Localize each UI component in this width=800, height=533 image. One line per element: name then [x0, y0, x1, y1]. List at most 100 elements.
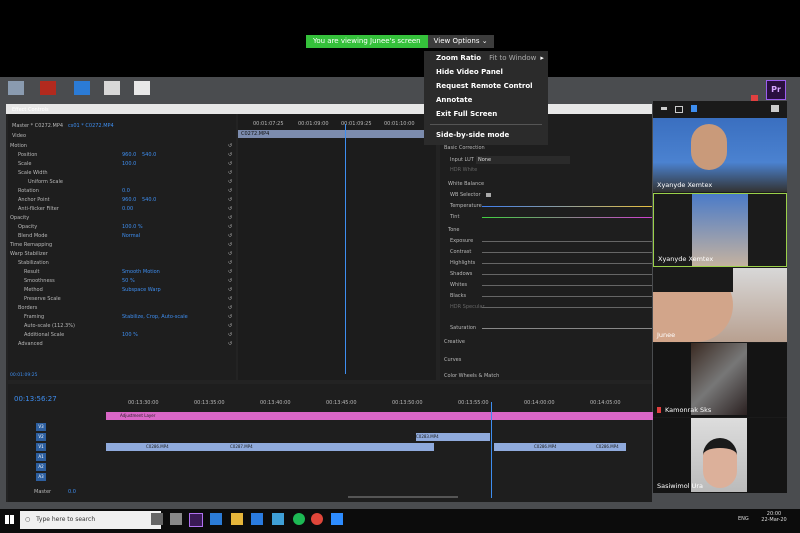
effect-prop-value[interactable]: Subspace Warp: [122, 286, 161, 294]
file-explorer-icon[interactable]: [231, 513, 243, 525]
clip-bar[interactable]: C0272.MP4: [238, 130, 439, 138]
effect-prop-row[interactable]: Opacity: [18, 223, 37, 231]
store-icon[interactable]: [251, 513, 263, 525]
curves-section[interactable]: Curves: [444, 356, 461, 364]
participant-tile[interactable]: Sasiwimol Ura: [653, 418, 787, 493]
effect-prop-row[interactable]: Advanced: [18, 340, 43, 348]
menu-request-remote-control[interactable]: Request Remote Control: [424, 79, 548, 93]
menu-zoom-ratio[interactable]: Zoom Ratio Fit to Window ▸: [424, 51, 548, 65]
track-header[interactable]: V1: [36, 443, 46, 451]
effect-prop-value2[interactable]: 540.0: [142, 196, 156, 204]
effect-prop-value[interactable]: Stabilize, Crop, Auto-scale: [122, 313, 188, 321]
v1-clip[interactable]: C0286.MP4: [106, 443, 190, 451]
track-header[interactable]: A1: [36, 453, 46, 461]
tone-slider[interactable]: [482, 263, 652, 264]
effect-prop-row[interactable]: Motion: [10, 142, 27, 150]
eyedropper-icon[interactable]: [486, 193, 491, 197]
effect-prop-value[interactable]: 960.0: [122, 151, 136, 159]
reset-icon[interactable]: ↺: [228, 178, 232, 186]
effect-prop-value[interactable]: 100 %: [122, 331, 138, 339]
reset-icon[interactable]: ↺: [228, 340, 232, 348]
effect-prop-value[interactable]: 0.0: [122, 187, 130, 195]
reset-icon[interactable]: ↺: [228, 160, 232, 168]
spotify-icon[interactable]: [293, 513, 305, 525]
color-wheels-section[interactable]: Color Wheels & Match: [444, 372, 499, 380]
effect-prop-value[interactable]: Smooth Motion: [122, 268, 160, 276]
track-header[interactable]: V2: [36, 433, 46, 441]
reset-icon[interactable]: ↺: [228, 268, 232, 276]
reset-icon[interactable]: ↺: [228, 241, 232, 249]
effect-prop-row[interactable]: Scale Width: [18, 169, 48, 177]
effect-prop-row[interactable]: Anti-flicker Filter: [18, 205, 59, 213]
effect-prop-row[interactable]: Uniform Scale: [28, 178, 63, 186]
menu-exit-full-screen[interactable]: Exit Full Screen: [424, 107, 548, 121]
effect-prop-row[interactable]: Opacity: [10, 214, 29, 222]
file-icon[interactable]: [134, 81, 150, 95]
windows-start-icon[interactable]: [5, 515, 14, 524]
zoom-icon[interactable]: [331, 513, 343, 525]
effect-prop-row[interactable]: Additional Scale: [24, 331, 64, 339]
reset-icon[interactable]: ↺: [228, 250, 232, 258]
taskbar-search[interactable]: ○ Type here to search: [20, 511, 161, 529]
v1-clip[interactable]: C0286.MP4: [556, 443, 626, 451]
track-header[interactable]: V3: [36, 423, 46, 431]
reset-icon[interactable]: ↺: [228, 205, 232, 213]
microphone-icon[interactable]: [151, 513, 163, 525]
track-header[interactable]: A2: [36, 463, 46, 471]
participant-tile[interactable]: Xyanyde Xemtex: [653, 118, 787, 192]
active-clip-tab[interactable]: cs01 * C0272.MP4: [68, 122, 114, 130]
track-header[interactable]: A3: [36, 473, 46, 481]
tone-slider[interactable]: [482, 296, 652, 297]
adjustment-layer-clip[interactable]: Adjustment Layer: [106, 412, 666, 420]
effect-prop-value[interactable]: 100.0 %: [122, 223, 143, 231]
effect-prop-row[interactable]: Anchor Point: [18, 196, 50, 204]
v1-clip[interactable]: C0287.MP4: [190, 443, 394, 451]
participant-tile-active[interactable]: Xyanyde Xemtex: [653, 193, 787, 267]
reset-icon[interactable]: ↺: [228, 232, 232, 240]
language-indicator[interactable]: ENG: [738, 516, 749, 522]
reset-icon[interactable]: ↺: [228, 322, 232, 330]
effect-prop-row[interactable]: Framing: [24, 313, 44, 321]
effect-prop-value[interactable]: 960.0: [122, 196, 136, 204]
reset-icon[interactable]: ↺: [228, 142, 232, 150]
menu-side-by-side[interactable]: Side-by-side mode: [424, 128, 548, 142]
input-lut-dropdown[interactable]: None: [476, 156, 570, 164]
effect-prop-row[interactable]: Method: [24, 286, 43, 294]
minimize-icon[interactable]: [661, 107, 667, 110]
menu-hide-video-panel[interactable]: Hide Video Panel: [424, 65, 548, 79]
participant-tile[interactable]: Junee: [653, 268, 787, 342]
chrome-icon[interactable]: [311, 513, 323, 525]
reset-icon[interactable]: ↺: [228, 331, 232, 339]
effect-prop-row[interactable]: Rotation: [18, 187, 39, 195]
reset-icon[interactable]: ↺: [228, 214, 232, 222]
gallery-view-icon[interactable]: [691, 105, 697, 112]
participant-tile[interactable]: Kamonrak Sks: [653, 343, 787, 417]
effect-prop-row[interactable]: Preserve Scale: [24, 295, 61, 303]
effect-prop-row[interactable]: Borders: [18, 304, 37, 312]
folder-icon[interactable]: [74, 81, 90, 95]
tone-slider[interactable]: [482, 241, 652, 242]
tint-slider[interactable]: [482, 217, 652, 218]
mail-icon[interactable]: [272, 513, 284, 525]
view-options-button[interactable]: View Options ⌄: [427, 35, 494, 48]
effect-prop-row[interactable]: Blend Mode: [18, 232, 47, 240]
v1-clip[interactable]: C0286.MP4: [494, 443, 556, 451]
reset-icon[interactable]: ↺: [228, 196, 232, 204]
effect-prop-value[interactable]: 50 %: [122, 277, 135, 285]
reset-icon[interactable]: ↺: [228, 259, 232, 267]
reset-icon[interactable]: ↺: [228, 187, 232, 195]
effect-prop-value2[interactable]: 540.0: [142, 151, 156, 159]
tone-slider[interactable]: [482, 307, 652, 308]
v1-clip[interactable]: C028: [394, 443, 434, 451]
timeline-timecode[interactable]: 00:13:56:27: [14, 395, 57, 403]
recycle-bin-icon[interactable]: [8, 81, 24, 95]
reset-icon[interactable]: ↺: [228, 223, 232, 231]
temperature-slider[interactable]: [482, 206, 652, 207]
edge-icon[interactable]: [210, 513, 222, 525]
reset-icon[interactable]: ↺: [228, 295, 232, 303]
effect-prop-row[interactable]: Time Remapping: [10, 241, 52, 249]
reset-icon[interactable]: ↺: [228, 277, 232, 285]
task-view-icon[interactable]: [170, 513, 182, 525]
effect-prop-value[interactable]: 100.0: [122, 160, 136, 168]
v2-clip[interactable]: C0283.MP4: [416, 433, 490, 441]
